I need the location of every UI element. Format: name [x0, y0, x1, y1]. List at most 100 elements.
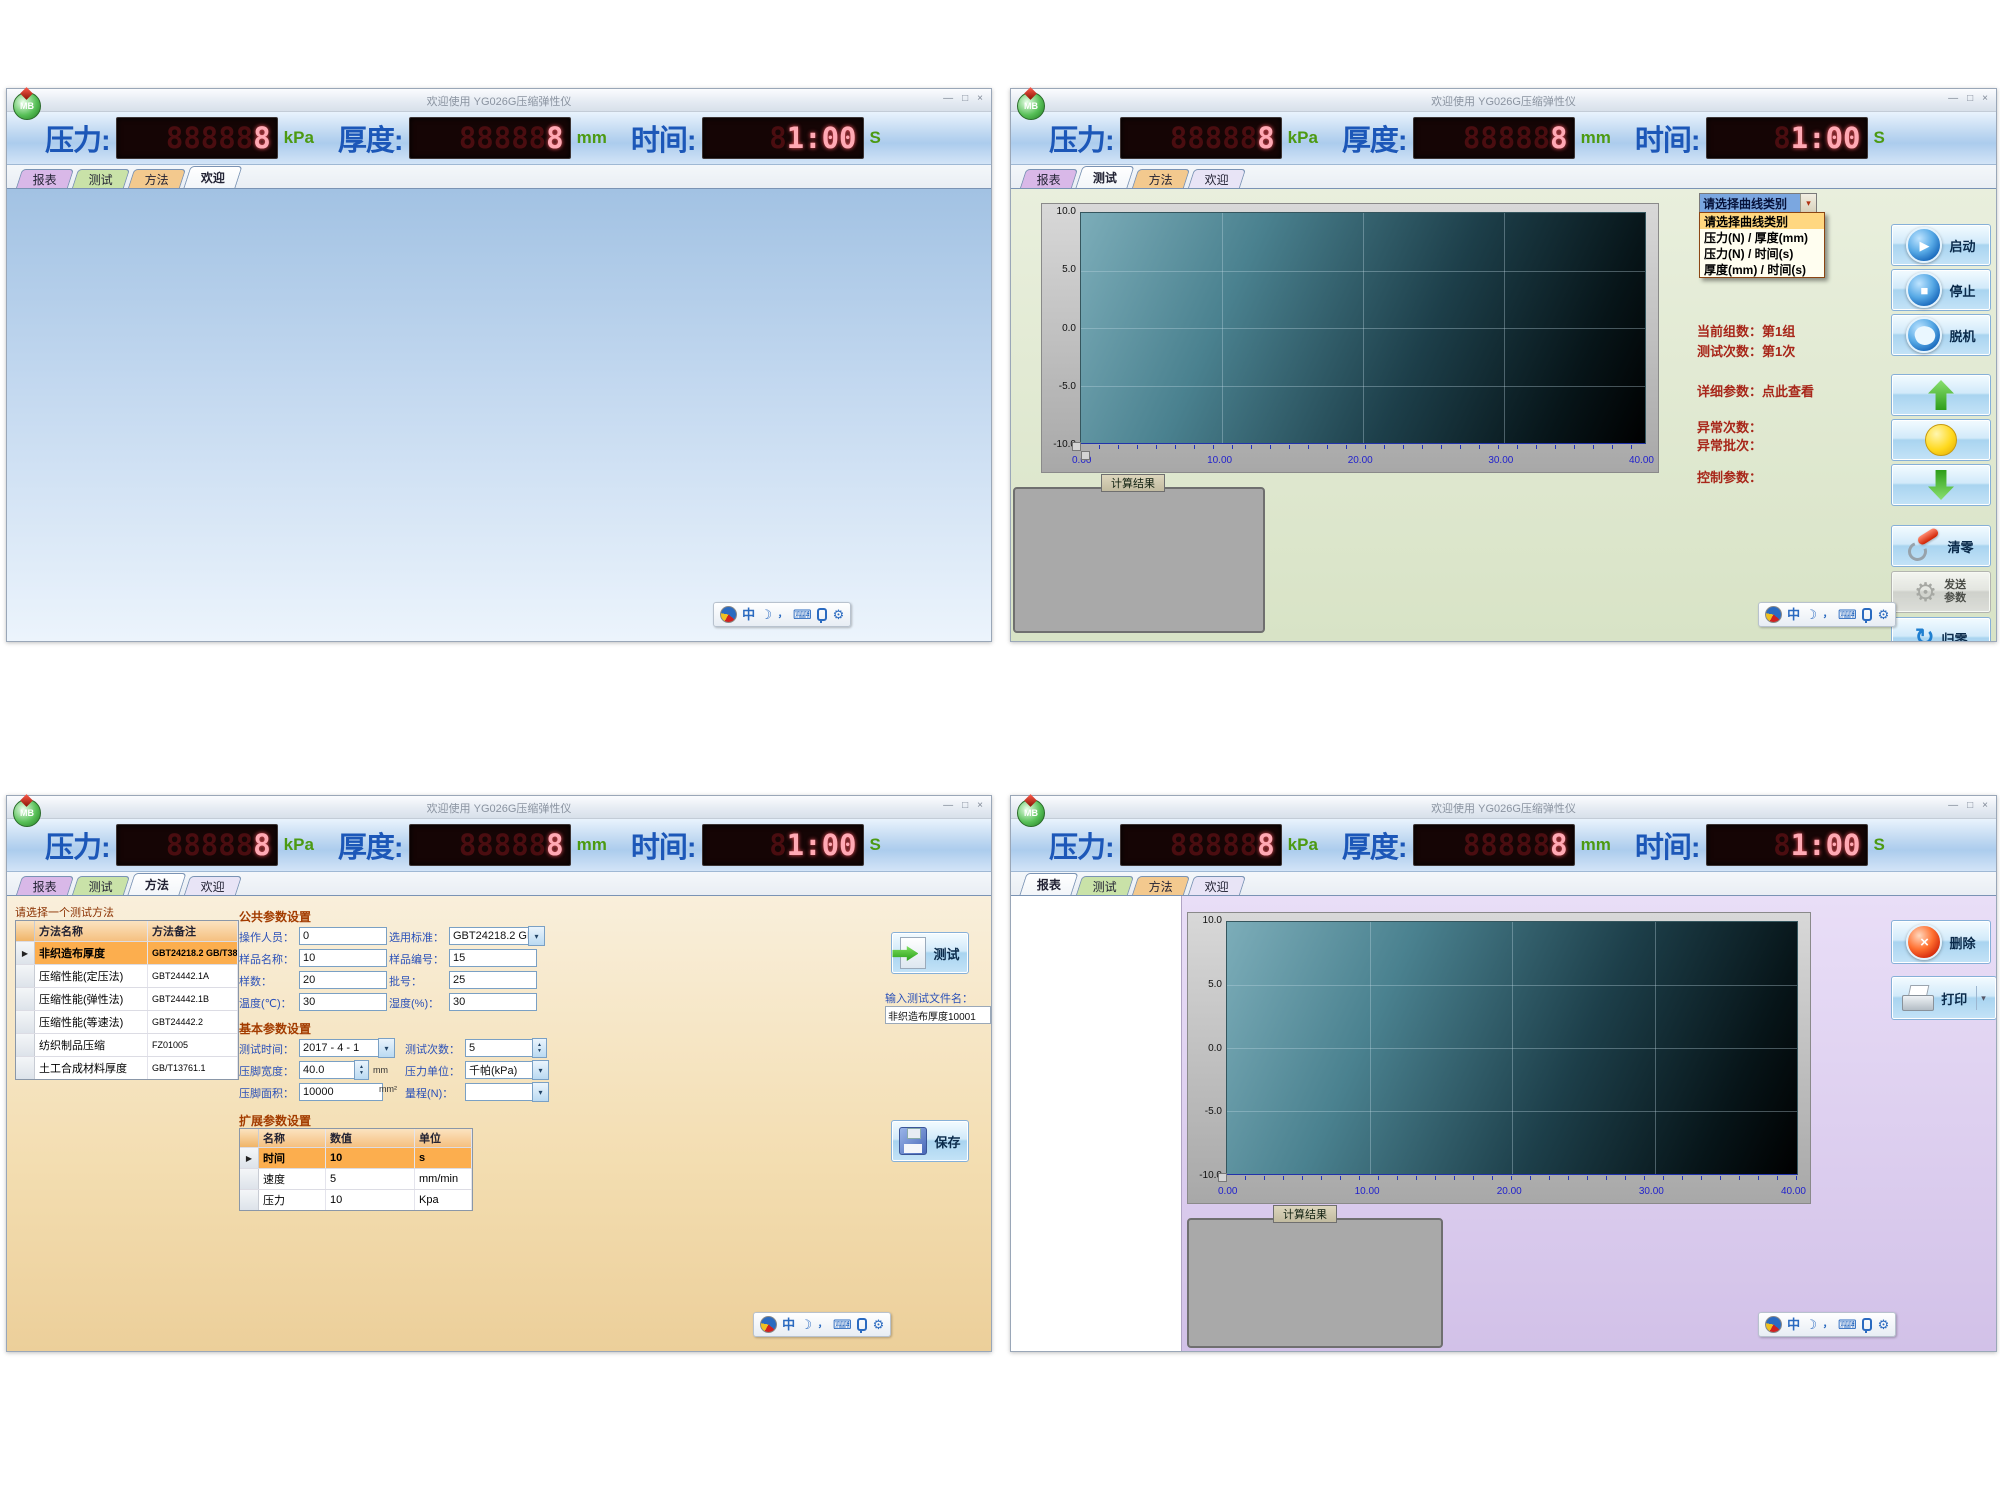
foot-area-field[interactable]: 10000 — [299, 1083, 383, 1101]
move-up-button[interactable] — [1891, 374, 1991, 416]
maximize-button[interactable]: □ — [962, 92, 968, 106]
ime-keyboard-icon[interactable]: ⌨ — [793, 608, 812, 621]
minimize-button[interactable]: — — [943, 799, 953, 813]
humidity-field[interactable]: 30 — [449, 993, 537, 1011]
pause-button[interactable] — [1891, 419, 1991, 461]
delete-button[interactable]: × 删除 — [1891, 920, 1991, 964]
ime-punctuation-icon[interactable]: ， — [778, 610, 788, 620]
ime-microphone-icon[interactable] — [1862, 608, 1872, 621]
tab-report[interactable]: 报表 — [1020, 169, 1078, 188]
curve-option[interactable]: 请选择曲线类别 — [1700, 213, 1824, 229]
offline-button[interactable]: 脱机 — [1891, 314, 1991, 356]
ime-punctuation-icon[interactable]: ， — [1823, 1320, 1833, 1330]
tab-method[interactable]: 方法 — [127, 873, 186, 895]
curve-type-select[interactable]: 请选择曲线类别 ▾ — [1699, 193, 1817, 213]
tab-welcome[interactable]: 欢迎 — [183, 166, 242, 188]
ime-halfwidth-icon[interactable]: ☽ — [1806, 608, 1818, 621]
table-row[interactable]: 压缩性能(等速法) GBT24442.2 — [16, 1011, 238, 1034]
detail-params-link[interactable]: 详细参数：点此查看 — [1697, 381, 1814, 400]
print-options-caret[interactable]: ▾ — [1976, 986, 1986, 1010]
titlebar[interactable]: MB 欢迎使用 YG026G压缩弹性仪 — □ × — [7, 796, 991, 819]
sample-count-field[interactable]: 20 — [299, 971, 387, 989]
ime-settings-icon[interactable]: ⚙ — [1878, 608, 1890, 621]
ime-halfwidth-icon[interactable]: ☽ — [1806, 1318, 1818, 1331]
chevron-down-icon[interactable]: ▾ — [1800, 194, 1816, 212]
table-row[interactable]: 压力 10 Kpa — [240, 1190, 472, 1210]
ime-chinese-mode-icon[interactable]: 中 — [1787, 608, 1800, 621]
ime-logo-icon[interactable] — [1765, 606, 1782, 623]
tab-report[interactable]: 报表 — [1019, 873, 1078, 895]
table-row[interactable]: 压缩性能(定压法) GBT24442.1A — [16, 965, 238, 988]
tab-method[interactable]: 方法 — [1132, 169, 1190, 188]
maximize-button[interactable]: □ — [962, 799, 968, 813]
ime-chinese-mode-icon[interactable]: 中 — [742, 608, 755, 621]
close-button[interactable]: × — [1982, 799, 1988, 813]
ime-keyboard-icon[interactable]: ⌨ — [1838, 1318, 1857, 1331]
save-button[interactable]: 保存 — [891, 1120, 969, 1162]
batch-field[interactable]: 25 — [449, 971, 537, 989]
curve-type-value[interactable]: 请选择曲线类别 — [1700, 194, 1800, 212]
foot-width-stepper[interactable]: ▲▼ — [354, 1060, 369, 1080]
ime-keyboard-icon[interactable]: ⌨ — [833, 1318, 852, 1331]
date-dropdown-button[interactable]: ▾ — [378, 1038, 395, 1058]
maximize-button[interactable]: □ — [1967, 92, 1973, 106]
ime-microphone-icon[interactable] — [857, 1318, 867, 1331]
ime-language-bar[interactable]: 中 ☽ ， ⌨ ⚙ — [1758, 1312, 1896, 1337]
standard-field[interactable]: GBT24218.2 GB — [449, 927, 533, 945]
tab-method[interactable]: 方法 — [1132, 876, 1190, 895]
ime-punctuation-icon[interactable]: ， — [1823, 610, 1833, 620]
ime-punctuation-icon[interactable]: ， — [818, 1320, 828, 1330]
sample-no-field[interactable]: 15 — [449, 949, 537, 967]
tab-welcome[interactable]: 欢迎 — [1188, 169, 1246, 188]
tab-method[interactable]: 方法 — [128, 169, 186, 188]
curve-option[interactable]: 压力(N) / 时间(s) — [1700, 245, 1824, 261]
range-dropdown-button[interactable]: ▾ — [532, 1082, 549, 1102]
close-button[interactable]: × — [977, 799, 983, 813]
ime-keyboard-icon[interactable]: ⌨ — [1838, 608, 1857, 621]
titlebar[interactable]: MB 欢迎使用 YG026G压缩弹性仪 — □ × — [1011, 89, 1996, 112]
sample-name-field[interactable]: 10 — [299, 949, 387, 967]
tab-welcome[interactable]: 欢迎 — [1188, 876, 1246, 895]
minimize-button[interactable]: — — [1948, 799, 1958, 813]
ime-halfwidth-icon[interactable]: ☽ — [801, 1318, 813, 1331]
tab-test[interactable]: 测试 — [72, 169, 130, 188]
curve-option[interactable]: 厚度(mm) / 时间(s) — [1700, 261, 1824, 277]
ime-logo-icon[interactable] — [720, 606, 737, 623]
table-row[interactable]: 压缩性能(弹性法) GBT24442.1B — [16, 988, 238, 1011]
table-row[interactable]: 土工合成材料厚度 GB/T13761.1 — [16, 1057, 238, 1079]
table-row[interactable]: 纺织制品压缩 FZ01005 — [16, 1034, 238, 1057]
ime-chinese-mode-icon[interactable]: 中 — [1787, 1318, 1800, 1331]
ime-logo-icon[interactable] — [1765, 1316, 1782, 1333]
ime-halfwidth-icon[interactable]: ☽ — [761, 608, 773, 621]
curve-option[interactable]: 压力(N) / 厚度(mm) — [1700, 229, 1824, 245]
maximize-button[interactable]: □ — [1967, 799, 1973, 813]
minimize-button[interactable]: — — [943, 92, 953, 106]
ime-language-bar[interactable]: 中 ☽ ， ⌨ ⚙ — [713, 602, 851, 627]
minimize-button[interactable]: — — [1948, 92, 1958, 106]
tab-test[interactable]: 测试 — [72, 876, 130, 895]
file-name-input[interactable]: 非织造布厚度10001 — [885, 1006, 991, 1024]
stop-button[interactable]: ■ 停止 — [1891, 269, 1991, 311]
ime-microphone-icon[interactable] — [817, 608, 827, 621]
ime-settings-icon[interactable]: ⚙ — [833, 608, 845, 621]
tab-test[interactable]: 测试 — [1076, 876, 1134, 895]
ime-language-bar[interactable]: 中 ☽ ， ⌨ ⚙ — [753, 1312, 891, 1337]
close-button[interactable]: × — [977, 92, 983, 106]
titlebar[interactable]: MB 欢迎使用 YG026G压缩弹性仪 — □ × — [1011, 796, 1996, 819]
start-button[interactable]: ▶ 启动 — [1891, 224, 1991, 266]
pressure-unit-dropdown-button[interactable]: ▾ — [532, 1060, 549, 1080]
tab-test[interactable]: 测试 — [1075, 166, 1134, 188]
move-down-button[interactable] — [1891, 464, 1991, 506]
ime-microphone-icon[interactable] — [1862, 1318, 1872, 1331]
report-list-panel[interactable] — [1011, 896, 1182, 1351]
run-test-button[interactable]: 测试 — [891, 932, 969, 974]
test-times-stepper[interactable]: ▲▼ — [532, 1038, 547, 1058]
ime-logo-icon[interactable] — [760, 1316, 777, 1333]
pressure-unit-field[interactable]: 千帕(kPa) — [465, 1061, 537, 1079]
print-button[interactable]: 打印 ▾ — [1891, 976, 1996, 1020]
tab-welcome[interactable]: 欢迎 — [184, 876, 242, 895]
operator-field[interactable]: 0 — [299, 927, 387, 945]
foot-width-field[interactable]: 40.0 — [299, 1061, 359, 1079]
return-zero-button[interactable]: ↻ 归零 — [1891, 617, 1991, 641]
range-field[interactable] — [465, 1083, 537, 1101]
